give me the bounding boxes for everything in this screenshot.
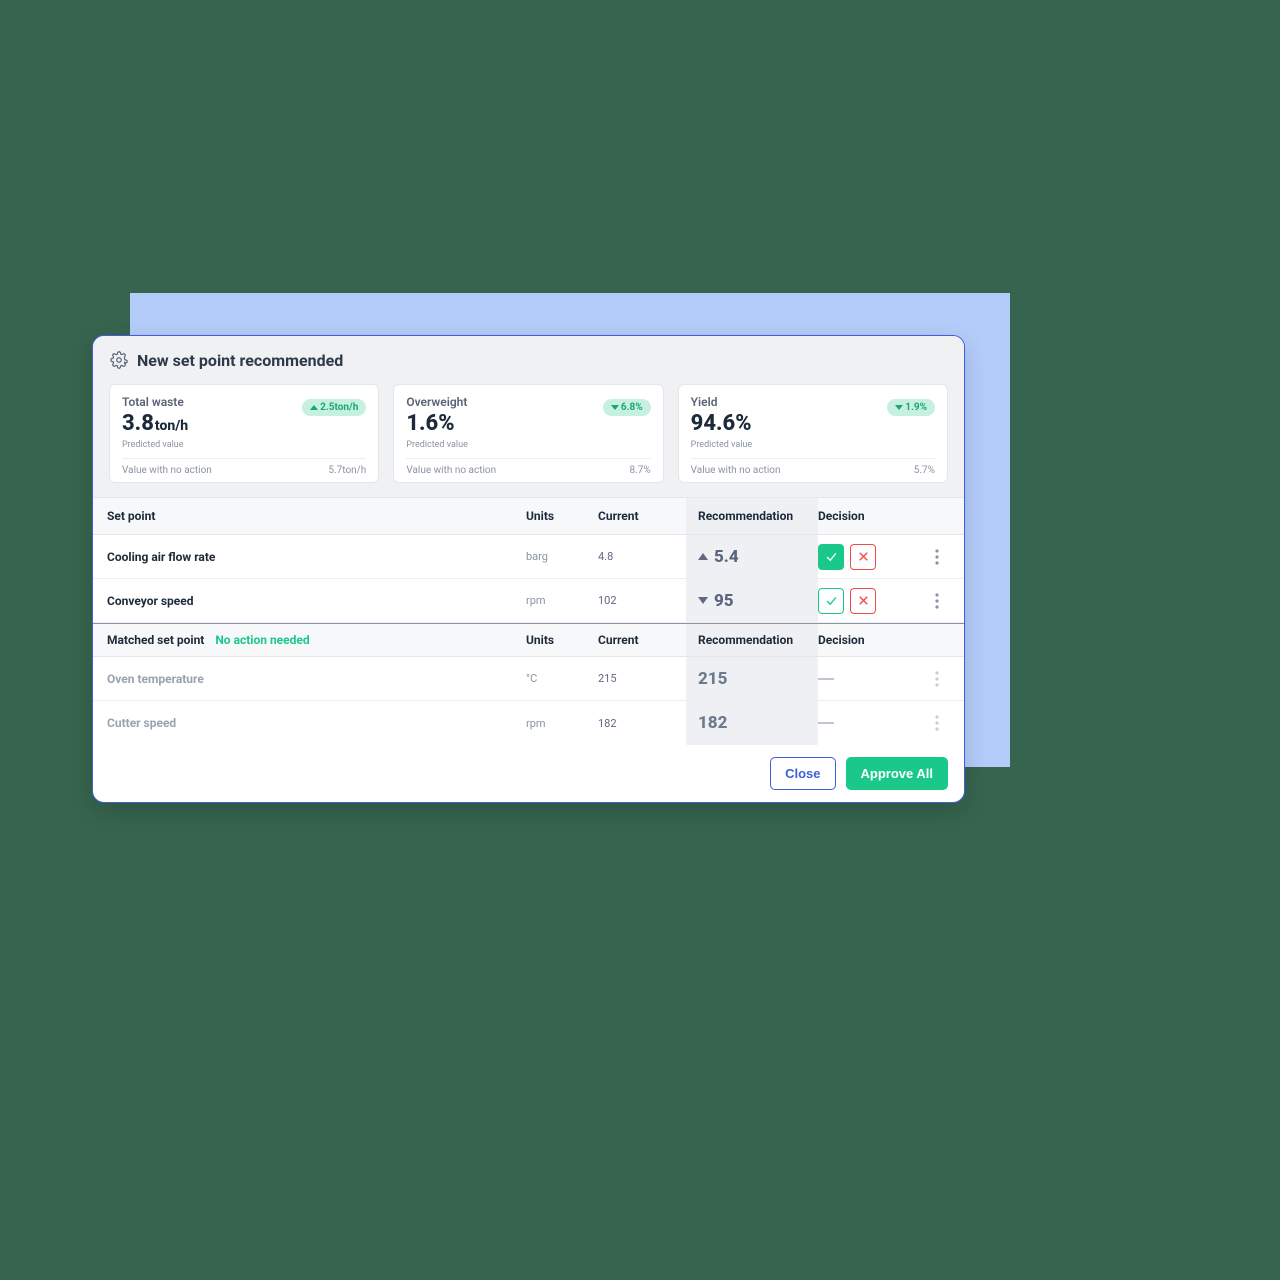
setpoint-recommendation: 5.4 [686,535,818,578]
col-recommendation: Recommendation [686,498,818,534]
table-row: Conveyor speed rpm 102 95 [93,579,964,623]
kpi-card-yield: Yield 94.6% Predicted value 1.9% Value w… [678,384,948,483]
setpoint-name: Cutter speed [107,716,526,730]
modal-footer: Close Approve All [93,745,964,802]
kpi-predicted-label: Predicted value [691,440,753,450]
kpi-value: 1.6% [406,411,468,436]
reject-button[interactable] [850,588,876,614]
modal-header: New set point recommended [93,336,964,384]
kpi-value: 94.6% [691,411,753,436]
table-row: Cutter speed rpm 182 182 [93,701,964,745]
kpi-delta-badge: 2.5ton/h [302,399,366,416]
caret-down-icon [611,405,619,410]
kpi-delta-badge: 1.9% [887,399,935,416]
kpi-card-overweight: Overweight 1.6% Predicted value 6.8% Val… [393,384,663,483]
approve-button[interactable] [818,544,844,570]
close-button[interactable]: Close [770,757,835,790]
col-decision: Decision [818,633,924,647]
approve-all-button[interactable]: Approve All [846,757,948,790]
col-units: Units [526,633,598,647]
setpoint-recommendation-modal: New set point recommended Total waste 3.… [92,335,965,803]
col-current: Current [598,509,698,523]
kpi-row: Total waste 3.8ton/h Predicted value 2.5… [93,384,964,497]
col-matched-setpoint: Matched set point No action needed [107,633,526,647]
decision-buttons [818,544,924,570]
setpoint-units: barg [526,550,598,563]
kpi-delta-badge: 6.8% [603,399,651,416]
col-decision: Decision [818,509,924,523]
setpoint-units: rpm [526,594,598,607]
kpi-predicted-label: Predicted value [122,440,188,450]
table-row: Cooling air flow rate barg 4.8 5.4 [93,535,964,579]
caret-down-icon [895,405,903,410]
setpoint-name: Oven temperature [107,672,526,686]
modal-title: New set point recommended [137,351,343,370]
kpi-title: Overweight [406,395,468,409]
caret-up-icon [310,405,318,410]
approve-button[interactable] [818,588,844,614]
setpoint-recommendation: 215 [686,657,818,700]
gear-icon [109,350,129,370]
kpi-title: Yield [691,395,753,409]
reject-button[interactable] [850,544,876,570]
decision-buttons [818,588,924,614]
kpi-title: Total waste [122,395,188,409]
kpi-predicted-label: Predicted value [406,440,468,450]
col-recommendation: Recommendation [686,624,818,656]
col-setpoint: Set point [107,509,526,523]
setpoint-units: °C [526,672,598,685]
setpoint-current: 215 [598,672,698,685]
setpoint-current: 4.8 [598,550,698,563]
dash-icon [818,678,834,680]
setpoint-recommendation: 95 [686,579,818,622]
triangle-up-icon [698,553,708,560]
setpoint-name: Conveyor speed [107,594,526,608]
setpoint-current: 102 [598,594,698,607]
kpi-card-total-waste: Total waste 3.8ton/h Predicted value 2.5… [109,384,379,483]
setpoint-units: rpm [526,717,598,730]
table-header: Set point Units Current Recommendation D… [93,497,964,535]
kpi-footer: Value with no action 5.7% [691,458,935,482]
no-action-badge: No action needed [215,633,309,647]
more-options-button[interactable] [924,715,950,731]
dash-icon [818,722,834,724]
kpi-value: 3.8ton/h [122,411,188,436]
setpoint-recommendation: 182 [686,701,818,745]
matched-table-header: Matched set point No action needed Units… [93,623,964,657]
triangle-down-icon [698,597,708,604]
more-options-button[interactable] [924,549,950,565]
setpoint-name: Cooling air flow rate [107,550,526,564]
table-row: Oven temperature °C 215 215 [93,657,964,701]
decision-placeholder [818,678,924,680]
more-options-button[interactable] [924,671,950,687]
more-options-button[interactable] [924,593,950,609]
setpoint-current: 182 [598,717,698,730]
decision-placeholder [818,722,924,724]
kpi-footer: Value with no action 5.7ton/h [122,458,366,482]
col-units: Units [526,509,598,523]
col-current: Current [598,633,698,647]
kpi-footer: Value with no action 8.7% [406,458,650,482]
setpoint-table: Set point Units Current Recommendation D… [93,497,964,745]
